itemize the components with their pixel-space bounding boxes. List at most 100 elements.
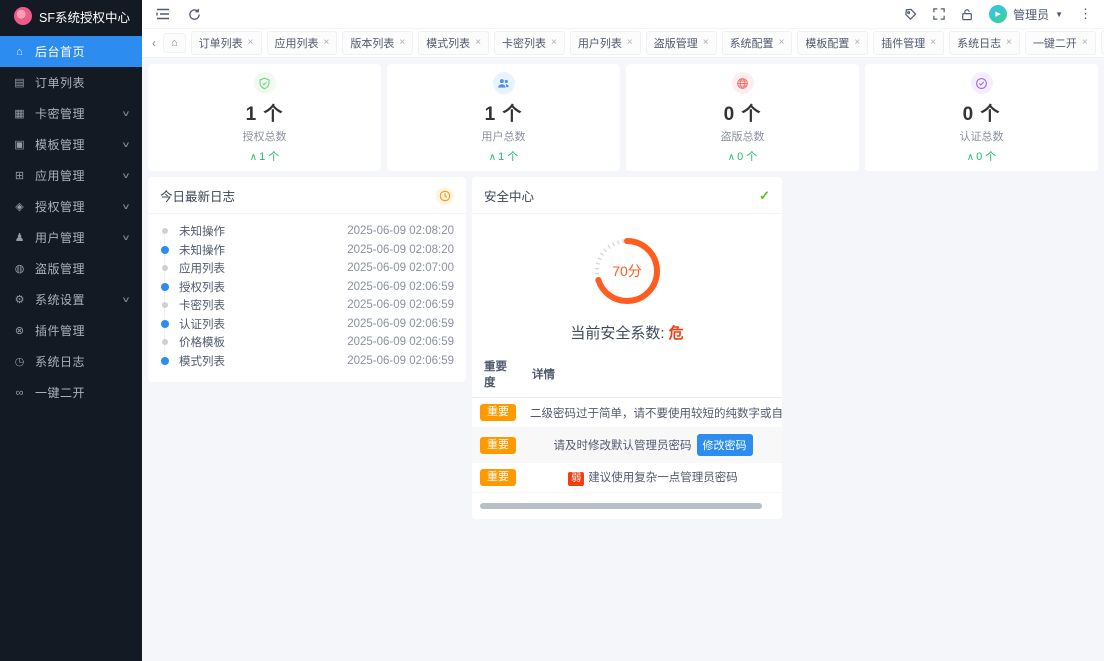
trend-up-icon: ∧ [250, 152, 257, 163]
stat-label: 认证总数 [865, 128, 1098, 144]
stat-value: 0 个 [626, 99, 859, 126]
security-rating: 当前安全系数: 危 [472, 322, 782, 343]
refresh-icon[interactable] [188, 8, 201, 21]
col-importance: 重要度 [472, 353, 524, 398]
sidebar-item-piracy[interactable]: ◍ 盗版管理 [0, 253, 142, 284]
close-icon[interactable]: × [703, 38, 709, 48]
log-entry[interactable]: 认证列表 2025-06-09 02:06:59 [161, 315, 454, 334]
log-entry[interactable]: 价格模板 2025-06-09 02:06:59 [161, 333, 454, 352]
users-icon [493, 72, 515, 94]
tab-system-log[interactable]: 系统日志× [949, 31, 1020, 55]
stat-value: 1 个 [387, 99, 620, 126]
log-panel-title: 今日最新日志 [160, 186, 235, 205]
sidebar-item-templates[interactable]: ▣ 模板管理 ∨ [0, 129, 142, 160]
log-entry[interactable]: 未知操作 2025-06-09 02:08:20 [161, 241, 454, 260]
security-gauge: 70分 [472, 228, 782, 314]
tab-app-list[interactable]: 应用列表× [267, 31, 338, 55]
importance-badge: 重要 [480, 469, 516, 486]
stat-value: 1 个 [148, 99, 381, 126]
log-list: 未知操作 2025-06-09 02:08:20 未知操作 2025-06-09… [148, 214, 466, 382]
weak-tag: 弱 [568, 472, 584, 486]
log-entry[interactable]: 授权列表 2025-06-09 02:06:59 [161, 278, 454, 297]
caret-down-icon: ▼ [1055, 10, 1063, 19]
stat-label: 用户总数 [387, 128, 620, 144]
sidebar-item-syslog[interactable]: ◷ 系统日志 [0, 346, 142, 377]
header-actions: ▶ 管理员 ▼ ⋮ [904, 5, 1092, 23]
chevron-down-icon: ∨ [121, 295, 130, 304]
close-icon[interactable]: × [551, 38, 557, 48]
user-menu[interactable]: ▶ 管理员 ▼ [989, 5, 1063, 23]
tab-template-config[interactable]: 模板配置× [797, 31, 868, 55]
horizontal-scrollbar[interactable] [480, 503, 762, 509]
tab-bar: ‹ ⌂ 订单列表× 应用列表× 版本列表× 模式列表× 卡密列表× 用户列表× … [142, 28, 1104, 58]
timeline-dot [161, 357, 169, 365]
close-icon[interactable]: × [475, 38, 481, 48]
sidebar-item-users[interactable]: ♟ 用户管理 ∨ [0, 222, 142, 253]
sidebar-item-authorization[interactable]: ◈ 授权管理 ∨ [0, 191, 142, 222]
timeline-dot [162, 302, 168, 308]
fullscreen-icon[interactable] [933, 8, 945, 20]
close-icon[interactable]: × [627, 38, 633, 48]
document-icon: ▤ [13, 76, 26, 89]
close-icon[interactable]: × [248, 38, 254, 48]
tabs-scroll-left[interactable]: ‹ [150, 36, 158, 50]
clock-icon [436, 187, 454, 205]
close-icon[interactable]: × [324, 38, 330, 48]
template-icon: ▣ [13, 138, 26, 151]
sidebar-item-apps[interactable]: ⊞ 应用管理 ∨ [0, 160, 142, 191]
stat-card-piracy: 0 个 盗版总数 ∧0 个 [626, 64, 859, 171]
rating-danger-value: 危 [669, 325, 684, 342]
tag-icon[interactable] [904, 8, 917, 21]
sidebar: SF系统授权中心 ⌂ 后台首页 ▤ 订单列表 ▦ 卡密管理 ∨ ▣ 模板管理 ∨… [0, 0, 142, 661]
stat-card-authorizations: 1 个 授权总数 ∧1 个 [148, 64, 381, 171]
timeline-dot [161, 283, 169, 291]
log-entry[interactable]: 卡密列表 2025-06-09 02:06:59 [161, 296, 454, 315]
menu-fold-icon[interactable] [156, 8, 170, 20]
stat-trend: ∧0 个 [626, 148, 859, 164]
close-icon[interactable]: × [779, 38, 785, 48]
tab-order-list[interactable]: 订单列表× [191, 31, 262, 55]
sidebar-item-onekey[interactable]: ∞ 一键二开 [0, 377, 142, 408]
infinity-icon: ∞ [13, 387, 26, 399]
security-detail: 二级密码过于简单，请不要使用较短的纯数字或自己的QQ号当做密 [524, 398, 782, 428]
tab-mode-list[interactable]: 模式列表× [418, 31, 489, 55]
close-icon[interactable]: × [1082, 38, 1088, 48]
close-icon[interactable]: × [854, 38, 860, 48]
sidebar-item-dashboard[interactable]: ⌂ 后台首页 [0, 36, 142, 67]
tab-onekey[interactable]: 一键二开× [1025, 31, 1096, 55]
stat-trend: ∧1 个 [387, 148, 620, 164]
close-icon[interactable]: × [1006, 38, 1012, 48]
sidebar-item-cardkeys[interactable]: ▦ 卡密管理 ∨ [0, 98, 142, 129]
cardkey-icon: ▦ [13, 107, 26, 120]
trend-up-icon: ∧ [489, 152, 496, 163]
tab-system-config[interactable]: 系统配置× [722, 31, 793, 55]
timeline-dot [162, 228, 168, 234]
lock-icon[interactable] [961, 8, 973, 21]
log-entry[interactable]: 应用列表 2025-06-09 02:07:00 [161, 259, 454, 278]
tab-piracy-manage[interactable]: 盗版管理× [646, 31, 717, 55]
log-entry[interactable]: 未知操作 2025-06-09 02:08:20 [161, 222, 454, 241]
globe-icon: ◍ [13, 262, 26, 275]
user-icon: ♟ [13, 231, 26, 244]
close-icon[interactable]: × [930, 38, 936, 48]
timeline-dot [161, 320, 169, 328]
log-panel-header: 今日最新日志 [148, 177, 466, 214]
app-logo: SF系统授权中心 [0, 0, 142, 32]
tab-plugin-manage[interactable]: 插件管理× [873, 31, 944, 55]
sidebar-menu: ⌂ 后台首页 ▤ 订单列表 ▦ 卡密管理 ∨ ▣ 模板管理 ∨ ⊞ 应用管理 ∨… [0, 36, 142, 408]
more-menu-icon[interactable]: ⋮ [1079, 6, 1092, 22]
tab-cardkey-list[interactable]: 卡密列表× [494, 31, 565, 55]
close-icon[interactable]: × [399, 38, 405, 48]
clock-icon: ◷ [13, 355, 26, 368]
log-entry[interactable]: 模式列表 2025-06-09 02:06:59 [161, 352, 454, 371]
sidebar-item-settings[interactable]: ⚙ 系统设置 ∨ [0, 284, 142, 315]
tab-version-list[interactable]: 版本列表× [342, 31, 413, 55]
sidebar-item-orders[interactable]: ▤ 订单列表 [0, 67, 142, 98]
change-password-button[interactable]: 修改密码 [697, 434, 753, 456]
tab-home[interactable]: ⌂ [163, 33, 186, 53]
importance-badge: 重要 [480, 437, 516, 454]
log-panel: 今日最新日志 未知操作 2025-06-09 02:08:20 [148, 177, 466, 382]
sidebar-item-plugins[interactable]: ⊗ 插件管理 [0, 315, 142, 346]
tab-user-list[interactable]: 用户列表× [570, 31, 641, 55]
security-panel-header: 安全中心 ✓ [472, 177, 782, 214]
